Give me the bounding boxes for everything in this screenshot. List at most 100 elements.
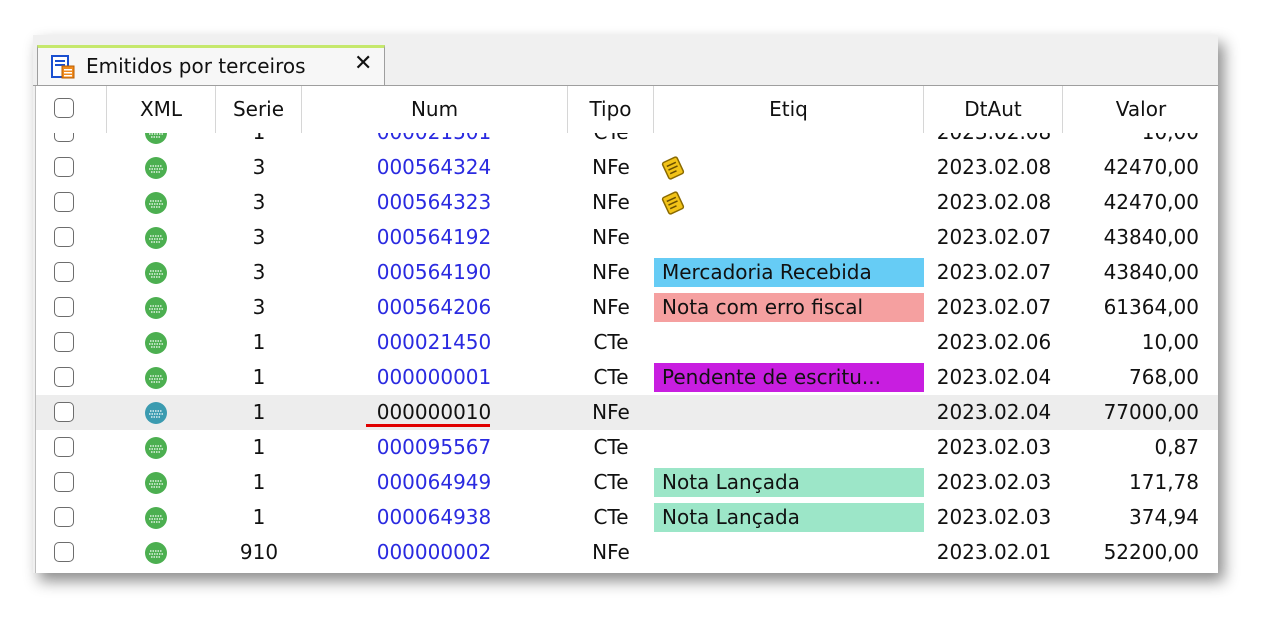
xml-icon[interactable] bbox=[144, 436, 168, 460]
row-checkbox[interactable] bbox=[54, 262, 74, 282]
table-row[interactable]: 910 000000002 NFe 2023.02.01 52200,00 bbox=[36, 535, 1218, 570]
serie-cell: 1 bbox=[252, 470, 266, 494]
dtaut-cell: 2023.02.08 bbox=[925, 133, 1063, 150]
dtaut-cell: 2023.02.03 bbox=[936, 470, 1052, 494]
num-link[interactable]: 000000001 bbox=[300, 360, 568, 395]
etiq-cell[interactable] bbox=[654, 395, 924, 430]
num-link[interactable]: 000564192 bbox=[300, 220, 568, 255]
xml-icon[interactable] bbox=[144, 156, 168, 180]
etiq-cell[interactable] bbox=[654, 185, 924, 220]
valor-cell: 43840,00 bbox=[1103, 225, 1199, 249]
document-table-icon bbox=[51, 55, 75, 79]
select-all-checkbox[interactable] bbox=[54, 98, 74, 118]
table-row[interactable]: 1 000000001 CTe Pendente de escritu... 2023.… bbox=[36, 360, 1218, 395]
xml-icon[interactable] bbox=[144, 366, 168, 390]
num-link[interactable]: 000021501 bbox=[300, 133, 568, 150]
header-num[interactable]: Num bbox=[302, 86, 568, 133]
xml-icon[interactable] bbox=[144, 133, 168, 145]
note-icon[interactable] bbox=[660, 155, 686, 181]
etiq-cell[interactable] bbox=[654, 133, 924, 150]
tipo-cell: NFe bbox=[592, 295, 630, 319]
serie-cell: 1 bbox=[216, 133, 302, 150]
table-row[interactable]: 3 000564206 NFe Nota com erro fiscal 2023.02… bbox=[36, 290, 1218, 325]
table-row[interactable]: 1 000000010 NFe 2023.02.04 77000,00 bbox=[36, 395, 1218, 430]
table-row[interactable]: 3 000564323 NFe 2023.02.08 42470,00 bbox=[36, 185, 1218, 220]
row-checkbox[interactable] bbox=[54, 542, 74, 562]
table-row[interactable]: 3 000564324 NFe 2023.02.08 42470,00 bbox=[36, 150, 1218, 185]
row-checkbox[interactable] bbox=[54, 472, 74, 492]
etiq-cell[interactable] bbox=[654, 150, 924, 185]
table-row[interactable]: 3 000564192 NFe 2023.02.07 43840,00 bbox=[36, 220, 1218, 255]
header-tipo[interactable]: Tipo bbox=[568, 86, 654, 133]
etiq-cell[interactable]: Nota Lançada bbox=[654, 465, 924, 500]
dtaut-cell: 2023.02.03 bbox=[936, 505, 1052, 529]
row-checkbox[interactable] bbox=[54, 157, 74, 177]
num-link[interactable]: 000064938 bbox=[300, 500, 568, 535]
header-serie[interactable]: Serie bbox=[216, 86, 302, 133]
valor-cell: 43840,00 bbox=[1103, 260, 1199, 284]
etiq-tag: Pendente de escritu... bbox=[654, 363, 924, 392]
table-row[interactable]: 3 000564190 NFe Mercadoria Recebida 2023.02.… bbox=[36, 255, 1218, 290]
table-row[interactable]: 1 000064938 CTe Nota Lançada 2023.02.03 374,9… bbox=[36, 500, 1218, 535]
num-link[interactable]: 000064949 bbox=[300, 465, 568, 500]
header-xml[interactable]: XML bbox=[107, 86, 216, 133]
header-dtaut[interactable]: DtAut bbox=[924, 86, 1063, 133]
dtaut-cell: 2023.02.04 bbox=[936, 400, 1052, 424]
tipo-cell: CTe bbox=[593, 330, 629, 354]
xml-icon[interactable] bbox=[144, 541, 168, 565]
xml-icon[interactable] bbox=[144, 261, 168, 285]
row-checkbox[interactable] bbox=[54, 402, 74, 422]
note-icon[interactable] bbox=[660, 190, 686, 216]
close-icon[interactable]: ✕ bbox=[354, 51, 372, 77]
etiq-cell[interactable] bbox=[654, 535, 924, 570]
tab-title: Emitidos por terceiros bbox=[86, 54, 306, 78]
row-checkbox[interactable] bbox=[54, 507, 74, 527]
xml-icon[interactable] bbox=[144, 191, 168, 215]
num-link[interactable]: 000564323 bbox=[300, 185, 568, 220]
etiq-cell[interactable]: Pendente de escritu... bbox=[654, 360, 924, 395]
xml-icon[interactable] bbox=[144, 331, 168, 355]
valor-cell: 171,78 bbox=[1129, 470, 1199, 494]
dtaut-cell: 2023.02.01 bbox=[936, 540, 1052, 564]
xml-icon[interactable] bbox=[144, 506, 168, 530]
etiq-cell[interactable]: Nota com erro fiscal bbox=[654, 290, 924, 325]
xml-icon[interactable] bbox=[144, 401, 168, 425]
table-row[interactable]: 1 000021450 CTe 2023.02.06 10,00 bbox=[36, 325, 1218, 360]
row-checkbox[interactable] bbox=[54, 367, 74, 387]
num-link[interactable]: 000021450 bbox=[300, 325, 568, 360]
num-link[interactable]: 000564324 bbox=[300, 150, 568, 185]
num-link[interactable]: 000564206 bbox=[300, 290, 568, 325]
xml-icon[interactable] bbox=[144, 471, 168, 495]
row-checkbox[interactable] bbox=[54, 297, 74, 317]
serie-cell: 1 bbox=[252, 435, 266, 459]
tipo-cell: NFe bbox=[592, 540, 630, 564]
table-row[interactable]: 1000021501CTe 2023.02.0810,00 bbox=[36, 133, 1218, 150]
xml-icon[interactable] bbox=[144, 226, 168, 250]
dtaut-cell: 2023.02.03 bbox=[936, 435, 1052, 459]
etiq-cell[interactable] bbox=[654, 325, 924, 360]
valor-cell: 10,00 bbox=[1063, 133, 1209, 150]
etiq-cell[interactable]: Nota Lançada bbox=[654, 500, 924, 535]
num-link[interactable]: 000564190 bbox=[300, 255, 568, 290]
valor-cell: 61364,00 bbox=[1103, 295, 1199, 319]
header-etiq[interactable]: Etiq bbox=[654, 86, 924, 133]
tipo-cell: CTe bbox=[593, 505, 629, 529]
header-valor[interactable]: Valor bbox=[1063, 86, 1218, 133]
serie-cell: 3 bbox=[252, 295, 266, 319]
row-checkbox[interactable] bbox=[54, 227, 74, 247]
row-checkbox[interactable] bbox=[54, 437, 74, 457]
etiq-cell[interactable] bbox=[654, 220, 924, 255]
row-checkbox[interactable] bbox=[54, 133, 74, 142]
row-checkbox[interactable] bbox=[54, 332, 74, 352]
etiq-cell[interactable] bbox=[654, 430, 924, 465]
etiq-cell[interactable]: Mercadoria Recebida bbox=[654, 255, 924, 290]
serie-cell: 3 bbox=[252, 190, 266, 214]
serie-cell: 3 bbox=[252, 225, 266, 249]
num-link[interactable]: 000000002 bbox=[300, 535, 568, 570]
row-checkbox[interactable] bbox=[54, 192, 74, 212]
tab-emitidos-por-terceiros[interactable]: Emitidos por terceiros ✕ bbox=[37, 45, 385, 85]
table-row[interactable]: 1 000064949 CTe Nota Lançada 2023.02.03 171,7… bbox=[36, 465, 1218, 500]
num-link[interactable]: 000095567 bbox=[300, 430, 568, 465]
xml-icon[interactable] bbox=[144, 296, 168, 320]
table-row[interactable]: 1 000095567 CTe 2023.02.03 0,87 bbox=[36, 430, 1218, 465]
